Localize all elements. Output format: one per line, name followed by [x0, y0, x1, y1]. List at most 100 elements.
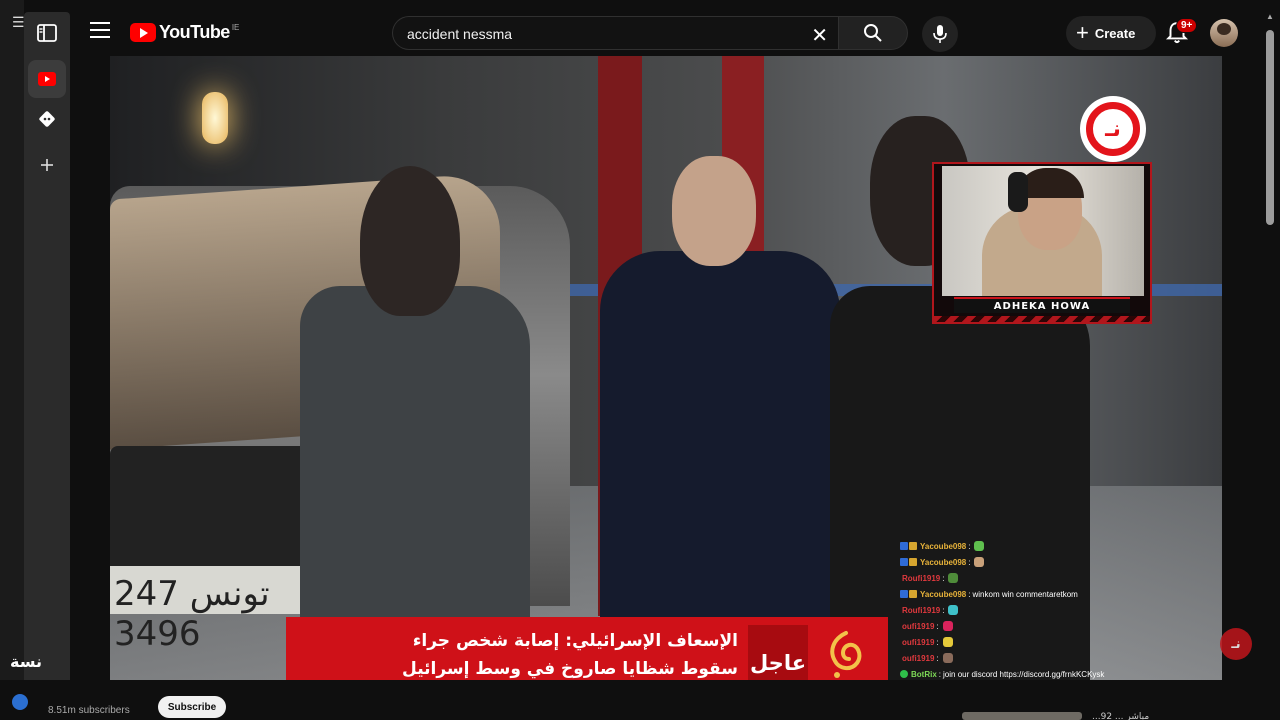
- webcam-stripe: [934, 316, 1150, 322]
- scene-person: [300, 166, 530, 680]
- gaming-tab-button[interactable]: [28, 100, 66, 138]
- browser-side-strip: ☰: [0, 0, 25, 720]
- youtube-logo[interactable]: YouTube IE: [130, 22, 239, 43]
- chat-separator: :: [938, 669, 942, 679]
- plus-icon: [41, 159, 53, 171]
- chat-emote-icon: [948, 573, 959, 583]
- page-scrollbar-thumb[interactable]: [1266, 30, 1274, 225]
- search-icon: [864, 24, 882, 42]
- chat-message: Roufi1919:: [900, 570, 959, 586]
- corner-logo-text: نـ: [1231, 636, 1241, 652]
- chat-username[interactable]: oufi1919: [902, 638, 934, 647]
- chat-separator: :: [968, 541, 971, 551]
- subscriber-count: 8.51m subscribers: [48, 705, 130, 716]
- chat-message: Yacoube098: winkom win commentaretkom: [900, 586, 1078, 602]
- chat-username[interactable]: Yacoube098: [920, 590, 966, 599]
- scroll-up-arrow-icon[interactable]: ▲: [1266, 12, 1274, 21]
- breaking-label-text: عاجل: [749, 651, 807, 675]
- ticker-line-2: سقوط شظايا صاروخ في وسط إسرائيل: [402, 659, 738, 679]
- app-root: ☰ YouTube IE accident nessma ✕ + Create …: [0, 0, 1280, 720]
- chat-username[interactable]: oufi1919: [902, 654, 934, 663]
- ticker-line-1: الإسعاف الإسرائيلي: إصابة شخص جراء: [412, 631, 738, 651]
- gamepad-icon: [39, 111, 55, 127]
- gold-badge-icon: [909, 590, 917, 598]
- headset-icon: [1008, 172, 1028, 212]
- chat-emote-icon: [974, 557, 985, 567]
- chat-message: oufi1919:: [900, 618, 953, 634]
- top-header: YouTube IE accident nessma ✕ + Create 9+: [70, 8, 1280, 56]
- chat-message: oufi1919:: [900, 650, 953, 666]
- chat-separator: :: [968, 589, 971, 599]
- chat-separator: :: [936, 621, 939, 631]
- scene-work-lamp: [202, 92, 228, 144]
- green-badge-icon: [900, 670, 908, 678]
- webcam-feed: [942, 166, 1144, 296]
- chat-username[interactable]: Roufi1919: [902, 606, 940, 615]
- chat-emote-icon: [948, 605, 959, 615]
- chat-emote-icon: [942, 621, 953, 631]
- chat-emote-icon: [942, 653, 953, 663]
- gold-badge-icon: [909, 542, 917, 550]
- logo-region: IE: [231, 23, 240, 32]
- streamer-webcam-overlay: ADHEKA HOWA: [932, 162, 1152, 324]
- chat-message-text: join our discord https://discord.gg/frnk…: [943, 669, 1105, 679]
- chat-message: oufi1919:: [900, 634, 953, 650]
- account-avatar[interactable]: [1210, 19, 1238, 47]
- browser-menu-icon[interactable]: ☰: [12, 14, 25, 31]
- scene-person: [600, 156, 840, 680]
- voice-search-button[interactable]: [922, 16, 958, 52]
- channel-logo-text: نـ: [1105, 116, 1121, 142]
- channel-avatar[interactable]: [12, 694, 28, 710]
- chat-username[interactable]: Roufi1919: [902, 574, 940, 583]
- channel-name-fragment: نسة: [10, 652, 42, 671]
- youtube-tab-button[interactable]: [28, 60, 66, 98]
- scene-license-plate: 247 تونس 3496: [110, 566, 300, 654]
- blue-badge-icon: [900, 558, 908, 566]
- youtube-logo-icon: [130, 23, 156, 42]
- sidebar-panel-icon: [37, 24, 57, 42]
- channel-watermark-logo: نـ: [1080, 96, 1146, 162]
- search-value: accident nessma: [407, 26, 513, 42]
- chat-message: Yacoube098:: [900, 538, 985, 554]
- search-button[interactable]: [838, 16, 908, 50]
- channel-corner-logo: نـ: [1220, 628, 1252, 660]
- chat-username[interactable]: oufi1919: [902, 622, 934, 631]
- chat-emote-icon: [942, 637, 953, 647]
- create-plus-icon: +: [1076, 20, 1089, 45]
- chat-separator: :: [942, 573, 945, 583]
- chat-separator: :: [942, 605, 945, 615]
- blue-badge-icon: [900, 590, 908, 598]
- chat-separator: :: [936, 653, 939, 663]
- chat-separator: :: [936, 637, 939, 647]
- gold-badge-icon: [909, 558, 917, 566]
- recommended-thumbnail[interactable]: [962, 712, 1082, 720]
- guide-menu-icon[interactable]: [90, 22, 110, 42]
- youtube-icon: [38, 72, 56, 86]
- left-rail: [24, 12, 70, 702]
- aljazeera-logo-icon: [818, 627, 874, 687]
- license-plate-text: 247 تونس 3496: [114, 574, 270, 654]
- subscribe-label: Subscribe: [167, 701, 217, 713]
- live-chat-overlay: Yacoube098: Yacoube098: Roufi1919: Yacoube0…: [896, 538, 1226, 700]
- create-label: Create: [1094, 25, 1136, 41]
- chat-message-text: winkom win commentaretkom: [972, 589, 1078, 599]
- webcam-name: ADHEKA HOWA: [993, 300, 1091, 312]
- create-button[interactable]: + Create: [1066, 16, 1156, 50]
- chat-message: Roufi1919:: [900, 602, 959, 618]
- chat-username[interactable]: BotRix: [911, 670, 937, 679]
- chat-username[interactable]: Yacoube098: [920, 558, 966, 567]
- clear-search-icon[interactable]: ✕: [811, 23, 828, 48]
- subscribe-button[interactable]: Subscribe: [158, 696, 226, 718]
- sidebar-panel-button[interactable]: [28, 14, 66, 52]
- microphone-icon: [933, 25, 947, 43]
- logo-text: YouTube: [159, 22, 230, 42]
- recommended-title[interactable]: ...مباشر ... 92: [1092, 712, 1149, 720]
- webcam-nameplate: ADHEKA HOWA: [954, 297, 1130, 313]
- chat-username[interactable]: Yacoube098: [920, 542, 966, 551]
- scene-car-grille: [110, 446, 310, 586]
- add-tab-button[interactable]: [28, 146, 66, 184]
- chat-message: Yacoube098:: [900, 554, 985, 570]
- chat-emote-icon: [974, 541, 985, 551]
- blue-badge-icon: [900, 542, 908, 550]
- search-input[interactable]: accident nessma ✕: [392, 16, 838, 50]
